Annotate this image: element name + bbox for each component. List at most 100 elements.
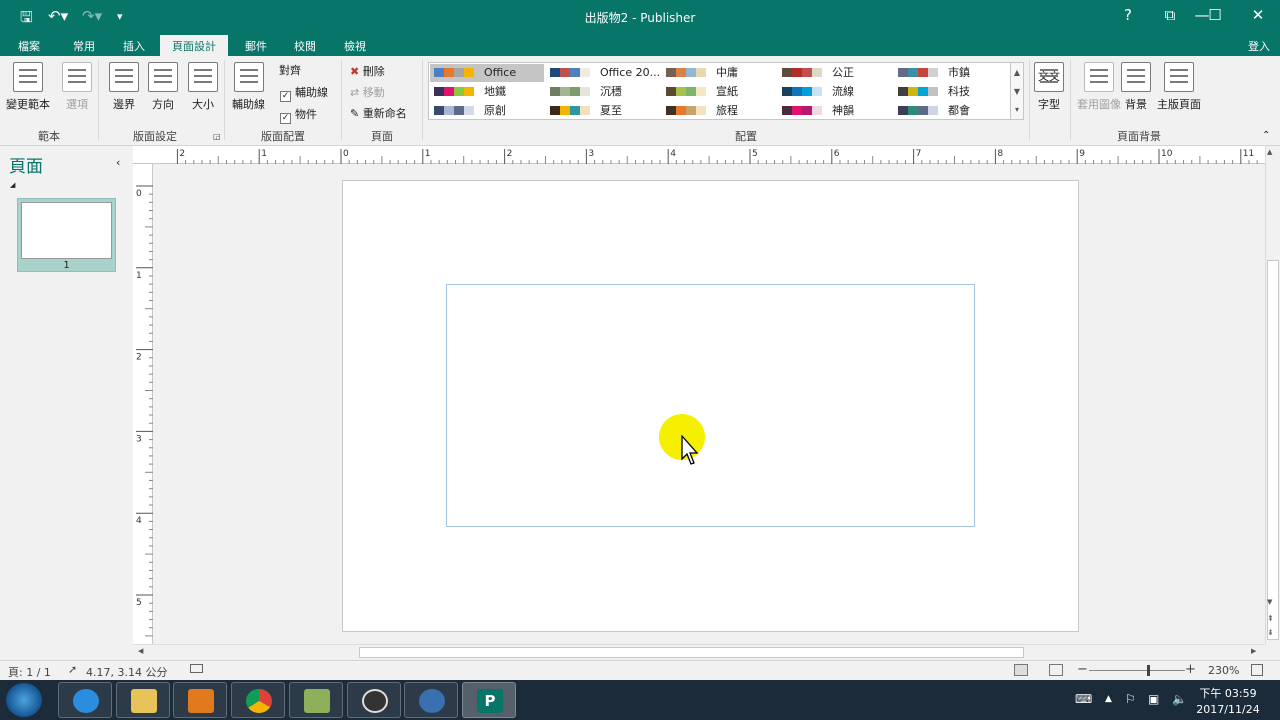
page-thumbnail[interactable]: 1 bbox=[17, 198, 116, 272]
zoom-slider-track[interactable] bbox=[1089, 665, 1185, 676]
swatch bbox=[918, 106, 928, 115]
taskbar-network-app[interactable] bbox=[404, 682, 458, 718]
ruler-label: 0 bbox=[343, 149, 349, 159]
horizontal-scroll-thumb[interactable] bbox=[359, 647, 1024, 658]
two-page-view-icon[interactable] bbox=[1049, 664, 1063, 676]
horizontal-ruler[interactable]: 2 1 0 1 2 3 4 5 6 7 8 9 10 11 bbox=[133, 146, 1265, 164]
page-indicator[interactable]: 頁: 1 / 1 bbox=[8, 664, 51, 680]
background-button[interactable]: 背景 bbox=[1121, 62, 1151, 112]
scheme-paper[interactable]: 宣紙 bbox=[662, 83, 776, 101]
swatch bbox=[782, 68, 792, 77]
guides-checkbox[interactable]: ✓ 輔助線 bbox=[280, 84, 328, 102]
scroll-right-icon[interactable]: ▶ bbox=[1251, 647, 1256, 655]
options-button[interactable]: 選項 bbox=[62, 62, 92, 112]
scheme-solstice[interactable]: 夏至 bbox=[546, 102, 660, 120]
help-button[interactable]: ? bbox=[1118, 6, 1138, 24]
scroll-down-icon[interactable]: ▼ bbox=[1267, 598, 1272, 606]
swatch bbox=[908, 87, 918, 96]
taskbar-notes[interactable] bbox=[289, 682, 343, 718]
tab-review[interactable]: 校閱 bbox=[294, 38, 316, 54]
vertical-scroll-thumb[interactable] bbox=[1267, 260, 1279, 640]
vertical-scrollbar[interactable]: ▲ ▼ ⇞ ⇟ bbox=[1265, 146, 1280, 644]
scheme-flow[interactable]: 流線 bbox=[778, 83, 892, 101]
tab-home[interactable]: 常用 bbox=[73, 38, 95, 54]
taskbar-obs[interactable] bbox=[347, 682, 401, 718]
dialog-launcher-icon[interactable]: ◲ bbox=[213, 132, 221, 141]
fonts-button[interactable]: 文文 字型 bbox=[1034, 62, 1064, 112]
change-template-button[interactable]: 變更範本 bbox=[6, 62, 50, 112]
orientation-icon bbox=[148, 62, 178, 92]
scroll-left-icon[interactable]: ◀ bbox=[138, 647, 143, 655]
scroll-up-icon[interactable]: ▲ bbox=[1011, 63, 1023, 82]
scheme-office-2007[interactable]: Office 20... bbox=[546, 64, 660, 82]
collapse-ribbon-icon[interactable]: ⌃ bbox=[1262, 130, 1270, 141]
scheme-origin[interactable]: 原創 bbox=[430, 102, 544, 120]
tab-view[interactable]: 檢視 bbox=[344, 38, 366, 54]
scheme-metro[interactable]: 地鐵 bbox=[430, 83, 544, 101]
size-button[interactable]: 大小 bbox=[188, 62, 218, 112]
zoom-slider-thumb[interactable] bbox=[1146, 665, 1150, 676]
rename-page-button[interactable]: ✎ 重新命名 bbox=[350, 105, 407, 121]
clock-time[interactable]: 下午 03:59 bbox=[1196, 685, 1260, 701]
scheme-office[interactable]: Office bbox=[430, 64, 544, 82]
scroll-down-icon[interactable]: ▼ bbox=[1011, 82, 1023, 101]
scheme-justice[interactable]: 公正 bbox=[778, 64, 892, 82]
globe-icon bbox=[419, 689, 445, 713]
scheme-trek[interactable]: 旅程 bbox=[662, 102, 776, 120]
close-button[interactable]: ✕ bbox=[1248, 6, 1268, 24]
group-label-templates: 範本 bbox=[38, 130, 60, 143]
signin-link[interactable]: 登入 bbox=[1248, 38, 1270, 54]
scheme-verve[interactable]: 神韻 bbox=[778, 102, 892, 120]
next-page-icon[interactable]: ⇟ bbox=[1267, 628, 1274, 637]
master-page-button[interactable]: 主版頁面 bbox=[1157, 62, 1201, 112]
scheme-urban[interactable]: 都會 bbox=[894, 102, 1008, 120]
taskbar-internet-explorer[interactable] bbox=[58, 682, 112, 718]
ribbon-display-button[interactable]: ⧉ bbox=[1160, 6, 1180, 24]
scheme-town[interactable]: 市鎮 bbox=[894, 64, 1008, 82]
horizontal-scrollbar[interactable]: ◀ ▶ bbox=[133, 644, 1265, 660]
guides-button[interactable]: 輔助線 bbox=[232, 62, 265, 112]
tab-file[interactable]: 檔案 bbox=[18, 38, 40, 54]
volume-icon[interactable]: 🔈 bbox=[1172, 692, 1187, 706]
move-page-button[interactable]: ⇄ 移動 bbox=[350, 84, 385, 100]
show-hidden-icons-icon[interactable]: ▲ bbox=[1105, 694, 1112, 704]
scheme-technic[interactable]: 科技 bbox=[894, 83, 1008, 101]
scheme-sober[interactable]: 沉穩 bbox=[546, 83, 660, 101]
zoom-out-icon[interactable]: − bbox=[1077, 662, 1088, 677]
apply-image-button[interactable]: 套用圖像 bbox=[1077, 62, 1121, 112]
clock-date[interactable]: 2017/11/24 bbox=[1196, 703, 1260, 716]
gallery-more-icon[interactable]: ▾ bbox=[1011, 101, 1023, 119]
orientation-button[interactable]: 方向 bbox=[148, 62, 178, 112]
taskbar-file-explorer[interactable] bbox=[116, 682, 170, 718]
vertical-ruler[interactable]: 0 1 2 3 4 5 bbox=[133, 164, 153, 644]
delete-page-button[interactable]: ✖ 刪除 bbox=[350, 63, 385, 79]
tab-insert[interactable]: 插入 bbox=[123, 38, 145, 54]
taskbar-media-player[interactable] bbox=[173, 682, 227, 718]
taskbar-publisher[interactable]: P bbox=[462, 682, 516, 718]
single-page-view-icon[interactable] bbox=[1014, 664, 1028, 676]
scheme-moderate[interactable]: 中庸 bbox=[662, 64, 776, 82]
flag-icon[interactable]: ⚐ bbox=[1125, 692, 1136, 706]
margins-button[interactable]: 邊界 bbox=[109, 62, 139, 112]
tab-mailings[interactable]: 郵件 bbox=[245, 38, 267, 54]
expand-triangle-icon[interactable]: ◢ bbox=[10, 181, 15, 189]
objects-checkbox[interactable]: ✓ 物件 bbox=[280, 106, 317, 124]
group-label-layout: 版面配置 bbox=[261, 130, 305, 143]
swatch bbox=[918, 68, 928, 77]
zoom-level[interactable]: 230% bbox=[1208, 664, 1239, 677]
keyboard-icon[interactable]: ⌨ bbox=[1075, 692, 1092, 706]
tab-page-design[interactable]: 頁面設計 bbox=[160, 35, 228, 56]
maximize-button[interactable]: ☐ bbox=[1205, 6, 1225, 24]
margin-guides bbox=[446, 284, 975, 527]
gallery-scrollbar[interactable]: ▲ ▼ ▾ bbox=[1010, 62, 1024, 120]
network-icon[interactable]: ▣ bbox=[1148, 692, 1159, 706]
scroll-up-icon[interactable]: ▲ bbox=[1267, 148, 1272, 156]
swatch bbox=[550, 106, 560, 115]
fit-page-icon[interactable] bbox=[1251, 664, 1263, 676]
ruler-label: 9 bbox=[1079, 149, 1085, 159]
previous-page-icon[interactable]: ⇞ bbox=[1267, 614, 1274, 623]
collapse-pane-icon[interactable]: ‹ bbox=[116, 156, 120, 169]
taskbar-chrome[interactable] bbox=[231, 682, 285, 718]
zoom-in-icon[interactable]: + bbox=[1185, 662, 1196, 677]
start-button[interactable] bbox=[6, 683, 42, 717]
